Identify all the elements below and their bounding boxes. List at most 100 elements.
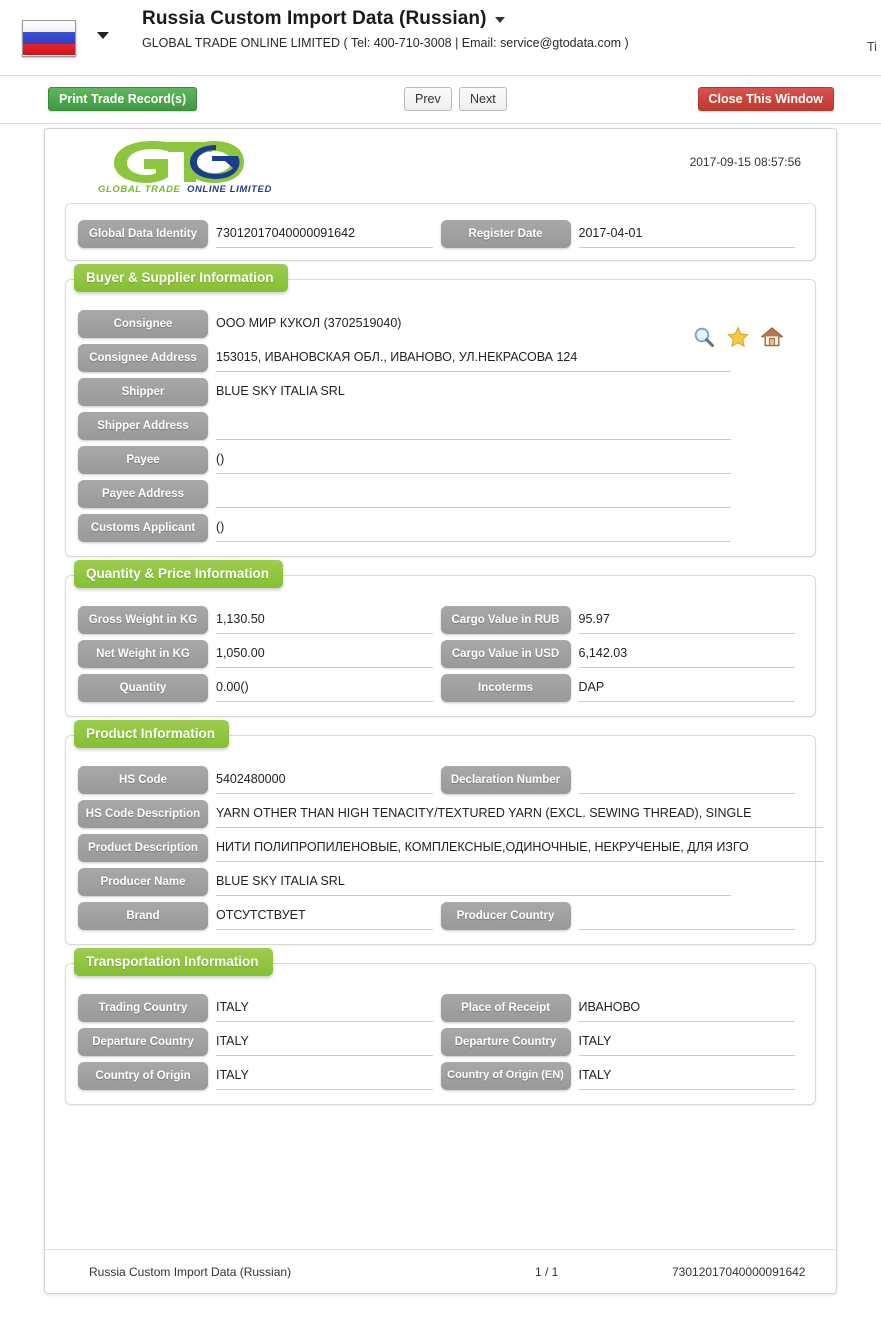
country-of-origin-en-field: Country of Origin (EN) ITALY [440,1062,804,1090]
action-toolbar: Print Trade Record(s) Prev Next Close Th… [0,76,881,124]
trade-record-sheet: GLOBAL TRADE ONLINE LIMITED 2017-09-15 0… [44,128,837,1294]
gross-weight-field: Gross Weight in KG 1,130.50 [78,606,441,634]
record-action-icons [693,326,784,348]
buyer-supplier-panel: Buyer & Supplier Information Consignee О… [65,264,816,557]
gross-weight-label: Gross Weight in KG [78,606,208,634]
country-flag-selector[interactable] [22,19,78,57]
shipper-address-field: Shipper Address [78,412,803,440]
trading-country-field: Trading Country ITALY [78,994,441,1022]
customs-applicant-value: () [216,514,731,542]
country-of-origin-en-value: ITALY [578,1062,795,1090]
cargo-value-rub-value: 95.97 [578,606,795,634]
trading-country-value: ITALY [216,994,433,1022]
buyer-supplier-panel-title: Buyer & Supplier Information [74,264,288,292]
product-row-1: HS Code 5402480000 Declaration Number [66,766,815,794]
country-of-origin-field: Country of Origin ITALY [78,1062,441,1090]
producer-country-label: Producer Country [440,902,571,930]
quantity-price-panel-title: Quantity & Price Information [74,560,284,588]
transportation-panel-title: Transportation Information [74,948,273,976]
payee-address-row: Payee Address [66,480,815,508]
brand-value: ОТСУТСТВУЕТ [216,902,433,930]
cargo-value-usd-field: Cargo Value in USD 6,142.03 [440,640,804,668]
quantity-label: Quantity [78,674,208,702]
departure-country-en-label: Departure Country [440,1028,571,1056]
title-block: Russia Custom Import Data (Russian) GLOB… [142,8,629,50]
quantity-price-row-1: Gross Weight in KG 1,130.50 Cargo Value … [66,606,815,634]
transportation-panel: Transportation Information Trading Count… [65,948,816,1105]
consignee-address-label: Consignee Address [78,344,208,372]
cargo-value-rub-label: Cargo Value in RUB [440,606,571,634]
payee-label: Payee [78,446,208,474]
prev-record-button[interactable]: Prev [404,87,452,111]
departure-country-value: ITALY [216,1028,433,1056]
customs-applicant-field: Customs Applicant () [78,514,803,542]
producer-country-value [578,902,795,930]
trading-country-label: Trading Country [78,994,208,1022]
declaration-number-label: Declaration Number [440,766,571,794]
incoterms-value: DAP [578,674,795,702]
identity-panel: Global Data Identity 7301201704000009164… [65,203,816,261]
quantity-price-panel: Quantity & Price Information Gross Weigh… [65,560,816,717]
payee-address-value [216,480,731,508]
consignee-value: ООО МИР КУКОЛ (3702519040) [216,316,402,330]
brand-label: Brand [78,902,208,930]
hs-code-description-field: HS Code Description YARN OTHER THAN HIGH… [78,800,823,828]
departure-country-label: Departure Country [78,1028,208,1056]
cargo-value-usd-label: Cargo Value in USD [440,640,571,668]
document-footer: Russia Custom Import Data (Russian) 1 / … [45,1249,836,1293]
producer-name-field: Producer Name BLUE SKY ITALIA SRL [78,868,803,896]
producer-name-label: Producer Name [78,868,208,896]
product-description-field: Product Description НИТИ ПОЛИПРОПИЛЕНОВЫ… [78,834,823,862]
search-icon[interactable] [693,326,715,348]
transport-row-3: Country of Origin ITALY Country of Origi… [66,1062,815,1090]
hs-code-label: HS Code [78,766,208,794]
country-of-origin-value: ITALY [216,1062,433,1090]
payee-address-label: Payee Address [78,480,208,508]
producer-name-value: BLUE SKY ITALIA SRL [216,868,731,896]
payee-field: Payee () [78,446,803,474]
global-data-identity-field: Global Data Identity 7301201704000009164… [78,220,441,248]
producer-name-row: Producer Name BLUE SKY ITALIA SRL [66,868,815,896]
cargo-value-usd-value: 6,142.03 [578,640,795,668]
quantity-field: Quantity 0.00() [78,674,441,702]
declaration-number-value [578,766,795,794]
country-of-origin-en-label: Country of Origin (EN) [440,1062,571,1090]
consignee-address-row: Consignee Address 153015, ИВАНОВСКАЯ ОБЛ… [66,344,815,372]
identity-row: Global Data Identity 7301201704000009164… [66,220,815,248]
title-dropdown-caret-icon[interactable] [494,16,505,23]
hs-code-value: 5402480000 [216,766,433,794]
close-window-button[interactable]: Close This Window [697,87,834,111]
net-weight-field: Net Weight in KG 1,050.00 [78,640,441,668]
document-logo-row: GLOBAL TRADE ONLINE LIMITED 2017-09-15 0… [45,129,836,203]
shipper-address-value [216,412,731,440]
product-description-row: Product Description НИТИ ПОЛИПРОПИЛЕНОВЫ… [66,834,823,862]
shipper-value: BLUE SKY ITALIA SRL [216,384,345,398]
hs-code-description-row: HS Code Description YARN OTHER THAN HIGH… [66,800,823,828]
place-of-receipt-label: Place of Receipt [440,994,571,1022]
logo-tagline-green: GLOBAL TRADE [98,184,181,195]
incoterms-label: Incoterms [440,674,571,702]
print-trade-records-button[interactable]: Print Trade Record(s) [48,87,198,111]
star-icon[interactable] [727,326,749,348]
shipper-field: Shipper BLUE SKY ITALIA SRL [78,378,803,406]
next-record-button[interactable]: Next [459,87,507,111]
country-of-origin-label: Country of Origin [78,1062,208,1090]
gto-logo-tagline: GLOBAL TRADE ONLINE LIMITED [98,184,272,195]
home-icon[interactable] [760,326,784,348]
net-weight-label: Net Weight in KG [78,640,208,668]
generated-timestamp: 2017-09-15 08:57:56 [689,155,801,169]
incoterms-field: Incoterms DAP [440,674,804,702]
hs-code-field: HS Code 5402480000 [78,766,441,794]
cargo-value-rub-field: Cargo Value in RUB 95.97 [440,606,804,634]
quantity-value: 0.00() [216,674,433,702]
register-date-label: Register Date [440,220,571,248]
footer-source-label: Russia Custom Import Data (Russian) [89,1264,292,1279]
flag-dropdown-caret-icon[interactable] [97,32,109,39]
product-description-value: НИТИ ПОЛИПРОПИЛЕНОВЫЕ, КОМПЛЕКСНЫЕ,ОДИНО… [216,834,823,862]
brand-field: Brand ОТСУТСТВУЕТ [78,902,441,930]
quantity-price-row-2: Net Weight in KG 1,050.00 Cargo Value in… [66,640,815,668]
app-header: Russia Custom Import Data (Russian) GLOB… [0,0,881,76]
transport-row-1: Trading Country ITALY Place of Receipt И… [66,994,815,1022]
page-title: Russia Custom Import Data (Russian) [142,8,487,29]
departure-country-en-value: ITALY [578,1028,795,1056]
